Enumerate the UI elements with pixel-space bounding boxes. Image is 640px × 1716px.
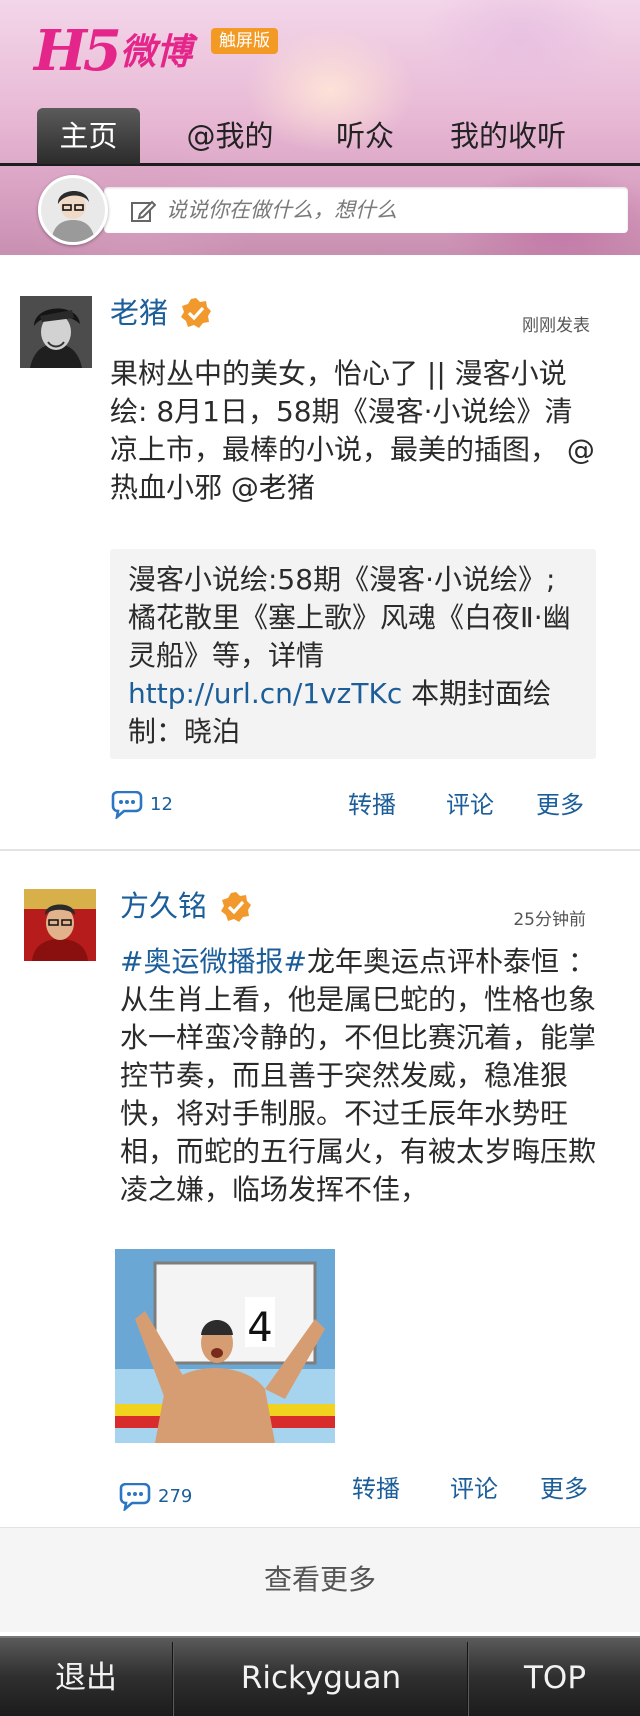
tab-mentions[interactable]: @我的 [170, 108, 290, 164]
author-avatar-image [24, 889, 96, 961]
quoted-text: 漫客小说绘:58期《漫客·小说绘》;橘花散里《塞上歌》风魂《白夜Ⅱ·幽灵船》等，… [128, 563, 571, 672]
post-actions: 12 转播 评论 更多 [110, 785, 590, 825]
comment-count[interactable]: 279 [158, 1477, 192, 1517]
compose-placeholder: 说说你在做什么，想什么 [166, 198, 397, 222]
scroll-top-button[interactable]: TOP [470, 1638, 640, 1716]
toolbar-divider [467, 1642, 469, 1716]
post-text: 果树丛中的美女，怡心了 || 漫客小说绘: 8月1日，58期《漫客·小说绘》清凉… [110, 357, 595, 504]
post-time: 25分钟前 [513, 910, 586, 930]
main-nav: 主页 @我的 听众 我的收听 [0, 108, 640, 166]
tab-followers[interactable]: 听众 [320, 108, 410, 164]
comment-count[interactable]: 12 [150, 785, 173, 825]
author-avatar[interactable] [20, 296, 92, 368]
lane-number: 4 [247, 1305, 272, 1351]
compose-row: 说说你在做什么，想什么 [0, 169, 640, 255]
comment-button[interactable]: 评论 [450, 1469, 498, 1509]
app-header: H5 微博 触屏版 主页 @我的 听众 我的收听 说说你在做什么，想什么 [0, 0, 640, 255]
comment-bubble-icon[interactable] [110, 791, 144, 819]
post-time: 刚刚发表 [522, 316, 590, 336]
post-image-picture: 4 [115, 1249, 335, 1443]
weibo-logo[interactable]: H5 微博 [34, 18, 204, 88]
load-more-button[interactable]: 查看更多 [0, 1528, 640, 1632]
toolbar-divider [172, 1642, 174, 1716]
quoted-link[interactable]: http://url.cn/1vzTKc [128, 677, 402, 710]
my-avatar[interactable] [38, 175, 108, 245]
bottom-toolbar: 退出 Rickyguan TOP [0, 1636, 640, 1716]
post-text-body: 龙年奥运点评朴泰恒 ： 从生肖上看，他是属巳蛇的，性格也象水一样蛮冷静的，不但比… [120, 945, 597, 1206]
comment-button[interactable]: 评论 [446, 785, 494, 825]
post-hashtag[interactable]: #奥运微播报# [120, 945, 307, 978]
comment-bubble-icon[interactable] [118, 1483, 152, 1511]
verified-badge-icon [221, 892, 251, 922]
post-text: #奥运微播报#龙年奥运点评朴泰恒 ： 从生肖上看，他是属巳蛇的，性格也象水一样蛮… [120, 943, 606, 1209]
pencil-edit-icon [131, 200, 156, 222]
touch-version-badge: 触屏版 [211, 28, 278, 54]
post-actions: 279 转播 评论 更多 [118, 1475, 598, 1517]
username-button[interactable]: Rickyguan [175, 1638, 467, 1716]
repost-button[interactable]: 转播 [348, 785, 396, 825]
repost-button[interactable]: 转播 [352, 1469, 400, 1509]
post-image[interactable]: 4 [115, 1249, 335, 1443]
author-avatar-image [20, 296, 92, 368]
logo-h5-text: H5 [34, 18, 122, 84]
logo-weibo-text: 微博 [120, 32, 193, 73]
my-avatar-image [41, 178, 105, 242]
compose-input[interactable]: 说说你在做什么，想什么 [104, 187, 628, 233]
author-name[interactable]: 老猪 [110, 293, 168, 333]
more-button[interactable]: 更多 [536, 785, 584, 825]
author-name[interactable]: 方久铭 [120, 886, 207, 926]
feed-post: 老猪 刚刚发表 果树丛中的美女，怡心了 || 漫客小说绘: 8月1日，58期《漫… [0, 255, 640, 851]
tab-following[interactable]: 我的收听 [438, 108, 578, 164]
tab-home[interactable]: 主页 [37, 108, 140, 164]
quoted-post[interactable]: 漫客小说绘:58期《漫客·小说绘》;橘花散里《塞上歌》风魂《白夜Ⅱ·幽灵船》等，… [110, 549, 596, 759]
logout-button[interactable]: 退出 [0, 1638, 172, 1716]
more-button[interactable]: 更多 [540, 1469, 588, 1509]
author-avatar[interactable] [24, 889, 96, 961]
feed-post: 方久铭 25分钟前 #奥运微播报#龙年奥运点评朴泰恒 ： 从生肖上看，他是属巳蛇… [0, 851, 640, 1529]
verified-badge-icon [181, 298, 211, 328]
